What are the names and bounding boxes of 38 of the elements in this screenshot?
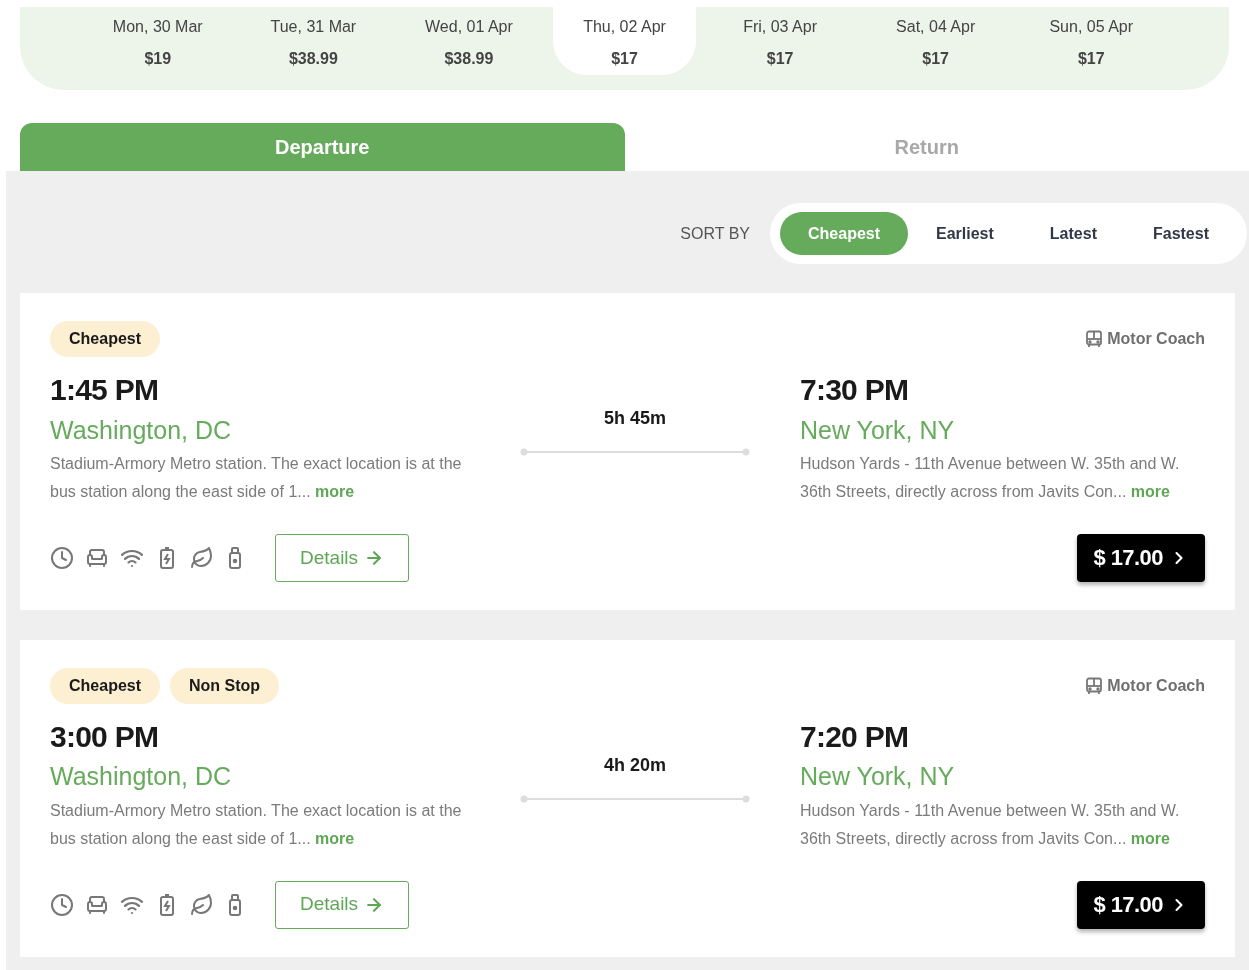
station-description: Stadium-Armory Metro station. The exact location is at the bus station along the east side of 1... more [50,800,463,849]
clock-icon [50,545,74,570]
duration-text: 4h 20m [603,753,666,777]
sort-label: SORT BY [680,223,750,244]
station-description: Hudson Yards - 11th Avenue between W. 35th and W. 36th Streets, directly across from Javits Con... more [800,800,1181,849]
time-text: 7:20 PM [800,718,910,755]
bus-icon [1085,676,1104,695]
time-text: 3:00 PM [50,718,160,755]
date-option[interactable]: Tue, 31 Mar $38.99 [241,7,386,75]
sort-option[interactable]: Latest [1021,212,1125,255]
vehicle-type: Motor Coach [1107,329,1205,349]
sort-option[interactable]: Fastest [1124,212,1237,255]
date-option[interactable]: Wed, 01 Apr $38.99 [397,7,541,75]
date-option[interactable]: Thu, 02 Apr $17 [552,7,697,75]
tag-label: Non Stop [170,667,280,704]
city-name: New York, NY [800,761,956,793]
date-option[interactable]: Mon, 30 Mar $19 [86,7,230,75]
city-name: Washington, DC [50,414,233,446]
clock-icon [50,892,74,917]
city-name: New York, NY [800,414,956,446]
leaf-icon [190,892,214,917]
time-text: 1:45 PM [50,372,160,408]
vehicle-type: Motor Coach [1107,675,1205,696]
time-text: 7:30 PM [800,372,910,408]
date-option[interactable]: Sun, 05 Apr $17 [1019,7,1164,75]
price-button[interactable]: $ 17.00 [1077,880,1205,929]
tag-label: Cheapest [50,667,161,704]
station-description: Stadium-Armory Metro station. The exact location is at the bus station along the east side of 1... more [50,453,463,502]
date-option[interactable]: Sat, 04 Apr $17 [863,7,1008,75]
price-button[interactable]: $ 17.00 [1077,533,1205,582]
duration-text: 5h 45m [603,407,666,430]
station-description: Hudson Yards - 11th Avenue between W. 35th and W. 36th Streets, directly across from Javits Con... more [800,453,1181,502]
sort-option[interactable]: Earliest [908,212,1022,255]
tag-label: Cheapest [50,321,161,357]
bus-icon [1085,330,1104,348]
leaf-icon [190,545,214,570]
date-option[interactable]: Fri, 03 Apr $17 [708,7,852,75]
city-name: Washington, DC [50,761,233,793]
